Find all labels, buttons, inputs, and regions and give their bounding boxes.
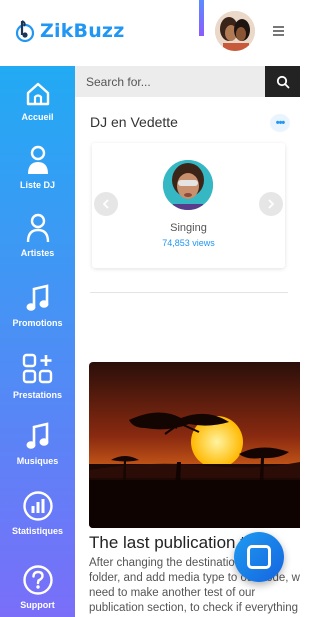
- excerpt-line: need to make another test of our: [89, 587, 256, 599]
- sidebar-label: Support: [20, 600, 55, 610]
- avatar-photo: [215, 11, 255, 51]
- app-logo[interactable]: ZikBuzz: [14, 18, 124, 44]
- app-name: ZikBuzz: [40, 20, 125, 42]
- sidebar-item-artistes[interactable]: Artistes: [0, 212, 75, 258]
- section-divider: [90, 292, 288, 293]
- search-input[interactable]: [75, 66, 265, 97]
- carousel-next-button[interactable]: [259, 192, 283, 216]
- dj-name: Singing: [170, 222, 207, 234]
- sidebar-item-support[interactable]: Support: [0, 564, 75, 610]
- sidebar-label: Musiques: [16, 456, 59, 466]
- sidebar-label: Statistiques: [11, 526, 63, 536]
- sidebar-label: Artistes: [20, 248, 55, 258]
- user-outline-icon: [26, 213, 49, 243]
- sidebar-item-liste-dj[interactable]: Liste DJ: [0, 144, 75, 190]
- sidebar-item-promotions[interactable]: Promotions: [0, 284, 75, 328]
- publication-image[interactable]: [89, 362, 300, 528]
- user-icon: [27, 145, 48, 174]
- chevron-right-icon: [268, 199, 275, 209]
- top-header: ZikBuzz: [0, 0, 300, 66]
- sidebar-label: Promotions: [12, 318, 63, 328]
- music-note-icon: [26, 284, 48, 311]
- sunset-landscape-image: [89, 362, 300, 528]
- user-avatar[interactable]: [215, 11, 255, 51]
- bar-chart-icon: [22, 491, 53, 521]
- sidebar-item-accueil[interactable]: Accueil: [0, 80, 75, 122]
- music-note-icon: [26, 422, 48, 449]
- carousel-prev-button[interactable]: [94, 192, 118, 216]
- grid-plus-icon: [22, 353, 52, 384]
- sidebar-item-musiques[interactable]: Musiques: [0, 422, 75, 466]
- sidebar-item-prestations[interactable]: Prestations: [0, 352, 75, 400]
- dj-photo: [163, 160, 213, 210]
- search-icon: [276, 75, 289, 88]
- sidebar-label: Liste DJ: [19, 180, 55, 190]
- more-options-button[interactable]: •••: [270, 114, 290, 132]
- sidebar: Accueil Liste DJ Artistes Promotions Pre…: [0, 66, 75, 617]
- dj-views-count: 74,853 views: [162, 238, 215, 248]
- square-icon: [247, 545, 271, 569]
- sidebar-label: Prestations: [12, 390, 63, 400]
- home-icon: [26, 82, 49, 106]
- logo-icon: [15, 20, 35, 43]
- dj-avatar[interactable]: [163, 160, 213, 210]
- sidebar-item-statistiques[interactable]: Statistiques: [0, 490, 75, 536]
- hamburger-menu-icon[interactable]: [273, 26, 284, 36]
- floating-action-button[interactable]: [234, 532, 284, 582]
- section-title-dj: DJ en Vedette: [90, 114, 178, 130]
- sidebar-label: Accueil: [21, 112, 54, 122]
- search-button[interactable]: [265, 66, 300, 97]
- question-icon: [22, 565, 53, 595]
- chevron-left-icon: [102, 199, 109, 209]
- accent-strip: [199, 0, 204, 36]
- excerpt-line: publication section, to check if everyth…: [89, 602, 299, 614]
